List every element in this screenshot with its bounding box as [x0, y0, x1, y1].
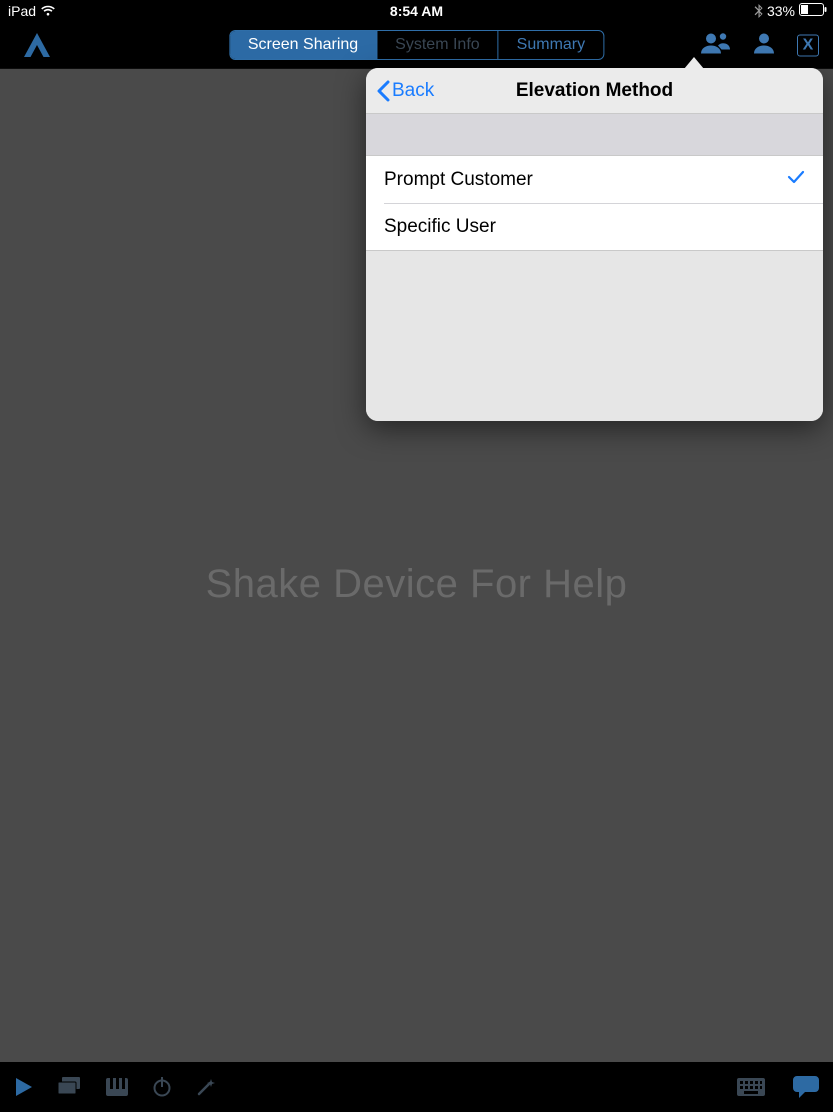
- bottom-left-tools: [12, 1076, 216, 1098]
- shake-help-text: Shake Device For Help: [0, 562, 833, 607]
- user-icon[interactable]: [753, 32, 775, 59]
- bottom-toolbar: [0, 1062, 833, 1112]
- popover-title: Elevation Method: [516, 80, 673, 102]
- popover-arrow: [684, 57, 704, 69]
- battery-pct: 33%: [767, 3, 795, 19]
- back-button[interactable]: Back: [376, 68, 434, 113]
- app-logo-icon[interactable]: [24, 33, 50, 57]
- wifi-icon: [40, 5, 56, 17]
- power-icon[interactable]: [152, 1077, 172, 1097]
- option-label: Prompt Customer: [384, 169, 533, 191]
- popover-spacer: [366, 114, 823, 156]
- customers-icon[interactable]: [701, 32, 731, 59]
- elevation-options-list: Prompt Customer Specific User: [366, 156, 823, 251]
- battery-icon: [799, 3, 827, 19]
- screens-icon[interactable]: [58, 1077, 82, 1097]
- back-label: Back: [392, 80, 434, 102]
- elevation-method-popover: Back Elevation Method Prompt Customer Sp…: [366, 68, 823, 421]
- tab-summary[interactable]: Summary: [499, 31, 603, 59]
- device-label: iPad: [8, 3, 36, 19]
- option-specific-user[interactable]: Specific User: [366, 203, 823, 250]
- view-segmented-control: Screen Sharing System Info Summary: [229, 30, 604, 60]
- option-prompt-customer[interactable]: Prompt Customer: [366, 156, 823, 203]
- top-toolbar: Screen Sharing System Info Summary X: [0, 22, 833, 68]
- keyboard-icon[interactable]: [737, 1078, 765, 1096]
- option-label: Specific User: [384, 216, 496, 238]
- chat-icon[interactable]: [793, 1076, 819, 1098]
- piano-icon[interactable]: [106, 1078, 128, 1096]
- status-time: 8:54 AM: [390, 3, 443, 19]
- popover-empty-area: [366, 251, 823, 421]
- status-bar: iPad 8:54 AM 33%: [0, 0, 833, 22]
- toolbar-right: X: [701, 32, 819, 59]
- bluetooth-icon: [754, 4, 763, 18]
- status-right: 33%: [754, 3, 827, 19]
- status-left: iPad: [8, 3, 56, 19]
- popover-header: Back Elevation Method: [366, 68, 823, 114]
- checkmark-icon: [787, 169, 805, 191]
- play-icon[interactable]: [12, 1076, 34, 1098]
- bottom-right-tools: [737, 1076, 819, 1098]
- tab-system-info[interactable]: System Info: [377, 31, 498, 59]
- tab-screen-sharing[interactable]: Screen Sharing: [230, 31, 377, 59]
- wand-icon[interactable]: [196, 1077, 216, 1097]
- close-button[interactable]: X: [797, 34, 819, 56]
